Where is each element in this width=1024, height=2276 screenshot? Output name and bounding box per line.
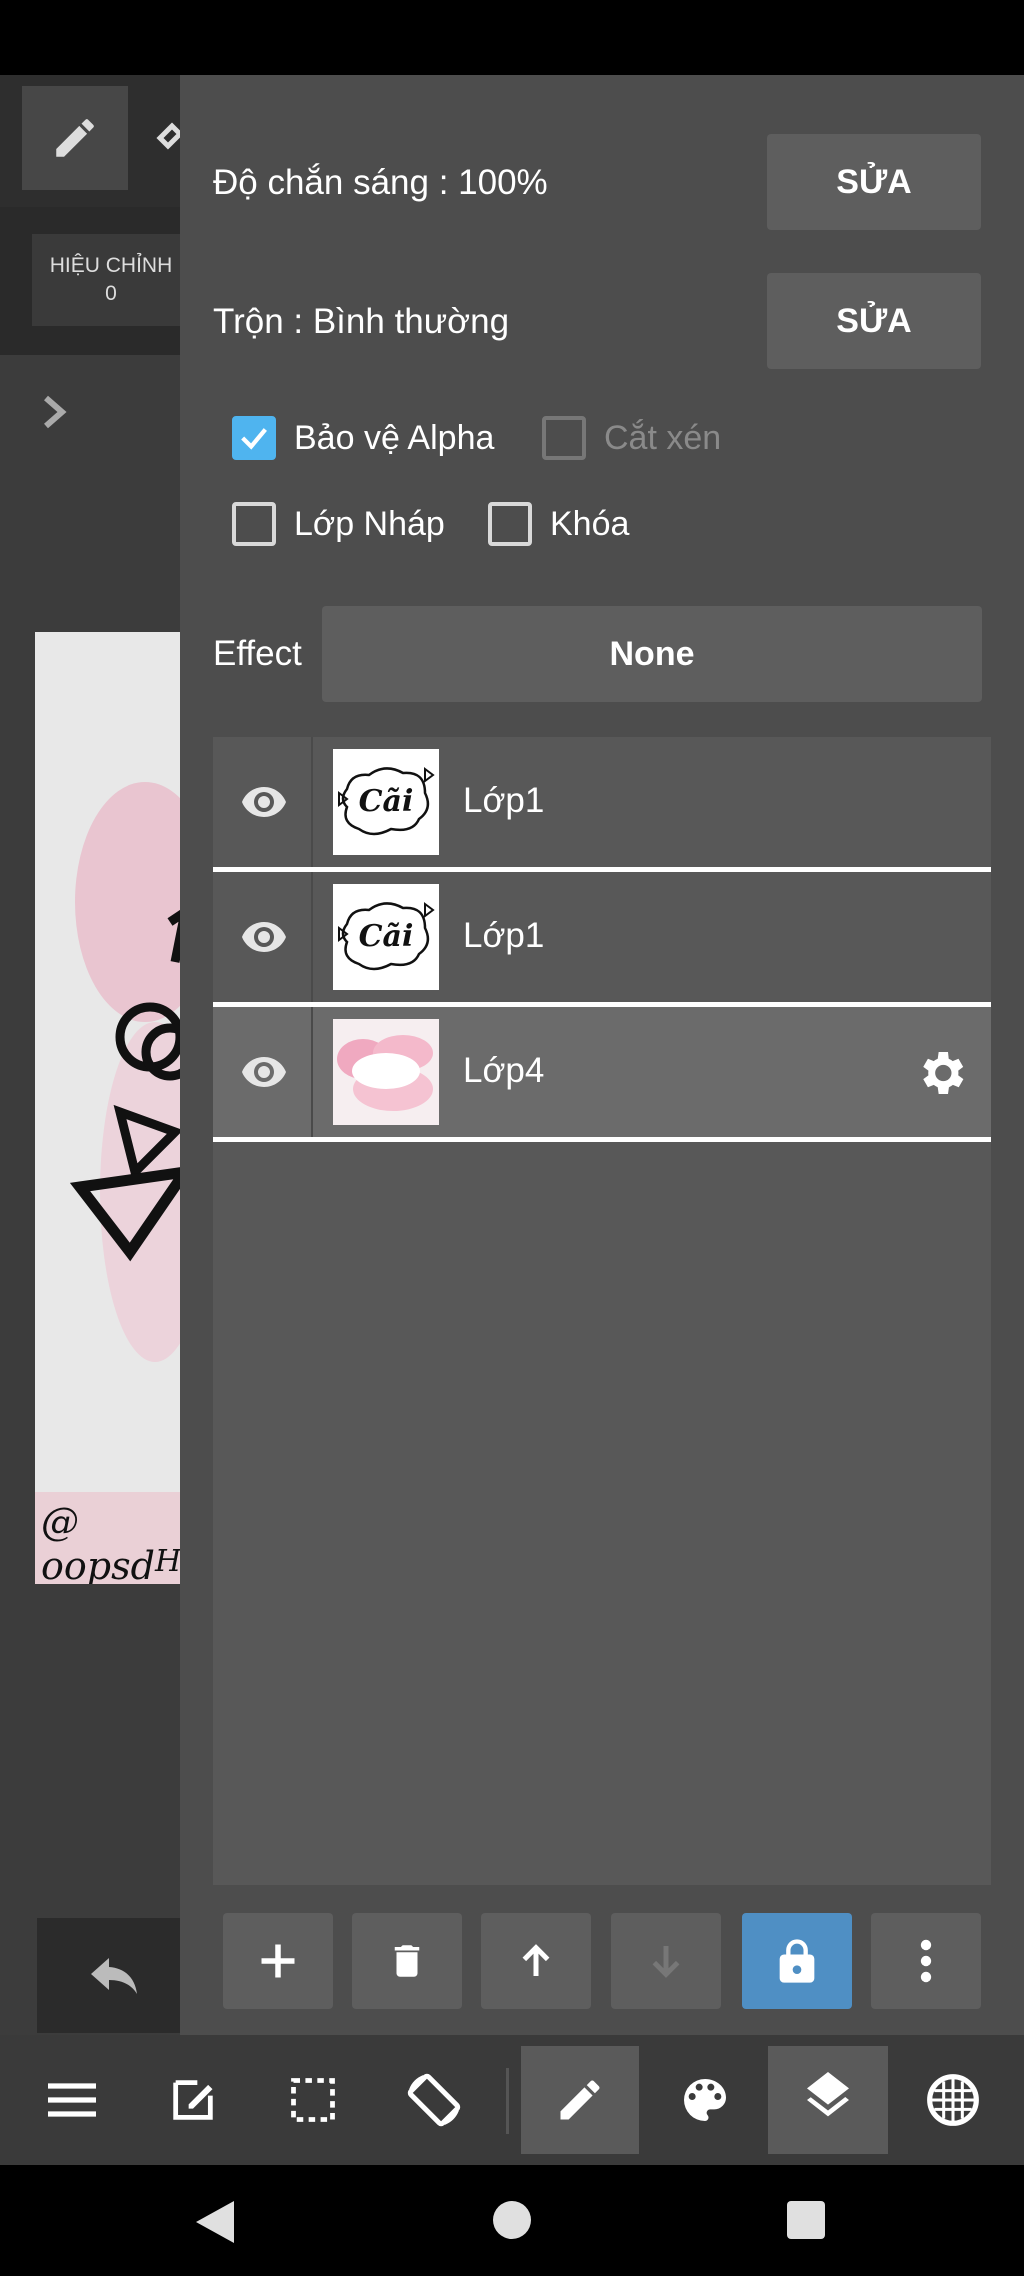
clipping-checkbox[interactable]: Cắt xén (542, 416, 721, 460)
edit-button[interactable] (133, 2035, 253, 2165)
status-bar (0, 0, 1024, 75)
checkmark-icon (232, 416, 276, 460)
canvas-artwork (35, 632, 190, 1584)
edit-icon (173, 2080, 213, 2120)
arrow-up-icon (522, 1944, 550, 1976)
effect-select-button[interactable]: None (322, 606, 982, 702)
layer-thumbnail (333, 1019, 439, 1125)
menu-button[interactable] (12, 2035, 132, 2165)
add-layer-button[interactable] (223, 1913, 333, 2009)
toolbar-divider (506, 2068, 509, 2134)
undo-icon (90, 1957, 137, 1994)
chevron-right-icon[interactable] (38, 392, 74, 432)
effect-label: Effect (213, 634, 302, 673)
blend-edit-button[interactable]: SỬA (767, 273, 981, 369)
correction-label: HIỆU CHỈNH (49, 254, 173, 277)
recents-nav-icon[interactable] (786, 2200, 826, 2240)
layers-icon (807, 2072, 849, 2117)
layer-separator (213, 1137, 991, 1142)
alpha-protect-checkbox[interactable]: Bảo vệ Alpha (232, 416, 494, 460)
move-layer-down-button[interactable] (611, 1913, 721, 2009)
draft-layer-checkbox[interactable]: Lớp Nháp (232, 502, 445, 546)
draft-layer-label: Lớp Nháp (294, 504, 445, 543)
brush-icon (560, 2080, 600, 2120)
brush-tool-button[interactable] (521, 2046, 639, 2154)
opacity-edit-button[interactable]: SỬA (767, 134, 981, 230)
gear-icon[interactable] (913, 1045, 969, 1101)
canvas-preview[interactable]: @ oopsd H (35, 632, 190, 1584)
eye-icon[interactable] (238, 777, 290, 825)
add-icon (261, 1944, 295, 1978)
lock-label: Khóa (550, 504, 630, 543)
menu-icon (48, 2083, 96, 2117)
arrow-down-icon (652, 1946, 680, 1978)
correction-value: 0 (105, 282, 117, 305)
palette-icon (684, 2079, 726, 2121)
layer-row[interactable]: Cãi Lớp1 (213, 737, 991, 867)
blend-label: Trộn : Bình thường (213, 302, 510, 341)
eye-icon[interactable] (238, 912, 290, 960)
lock-checkbox[interactable]: Khóa (488, 502, 629, 546)
back-nav-icon[interactable] (194, 2199, 236, 2245)
layer-name: Lớp1 (463, 916, 545, 955)
alpha-protect-label: Bảo vệ Alpha (294, 418, 495, 457)
trash-icon (394, 1945, 420, 1977)
lock-icon (779, 1939, 815, 1983)
selection-icon (291, 2078, 335, 2122)
system-nav-bar (0, 2165, 1024, 2276)
layer-thumbnail: Cãi (333, 749, 439, 855)
move-layer-up-button[interactable] (481, 1913, 591, 2009)
home-nav-icon[interactable] (492, 2200, 532, 2240)
layer-list: Cãi Lớp1 Cãi Lớp1 Lớp4 (213, 737, 991, 1885)
layers-button[interactable] (768, 2046, 888, 2154)
correction-button[interactable]: HIỆU CHỈNH 0 (32, 234, 190, 326)
layer-row-selected[interactable]: Lớp4 (213, 1007, 991, 1137)
delete-layer-button[interactable] (352, 1913, 462, 2009)
rotate-canvas-button[interactable] (374, 2035, 494, 2165)
grid-button[interactable] (893, 2035, 1013, 2165)
rotate-icon (407, 2073, 461, 2127)
layer-name: Lớp1 (463, 781, 545, 820)
palette-button[interactable] (645, 2035, 765, 2165)
pen-tool-button[interactable] (22, 86, 128, 190)
svg-text:Cãi: Cãi (359, 784, 414, 819)
lock-layer-button[interactable] (742, 1913, 852, 2009)
more-vertical-icon (920, 1939, 932, 1983)
more-options-button[interactable] (871, 1913, 981, 2009)
pencil-icon (56, 119, 94, 157)
canvas-signature-text-2: H (155, 1544, 182, 1579)
clipping-label: Cắt xén (604, 418, 722, 457)
svg-text:Cãi: Cãi (359, 919, 414, 954)
layer-thumbnail: Cãi (333, 884, 439, 990)
undo-button[interactable] (37, 1918, 190, 2033)
eye-icon[interactable] (238, 1047, 290, 1095)
opacity-label: Độ chắn sáng : 100% (213, 163, 548, 202)
layer-row[interactable]: Cãi Lớp1 (213, 872, 991, 1002)
selection-button[interactable] (253, 2035, 373, 2165)
grid-icon (927, 2074, 979, 2126)
layer-name: Lớp4 (463, 1051, 545, 1090)
